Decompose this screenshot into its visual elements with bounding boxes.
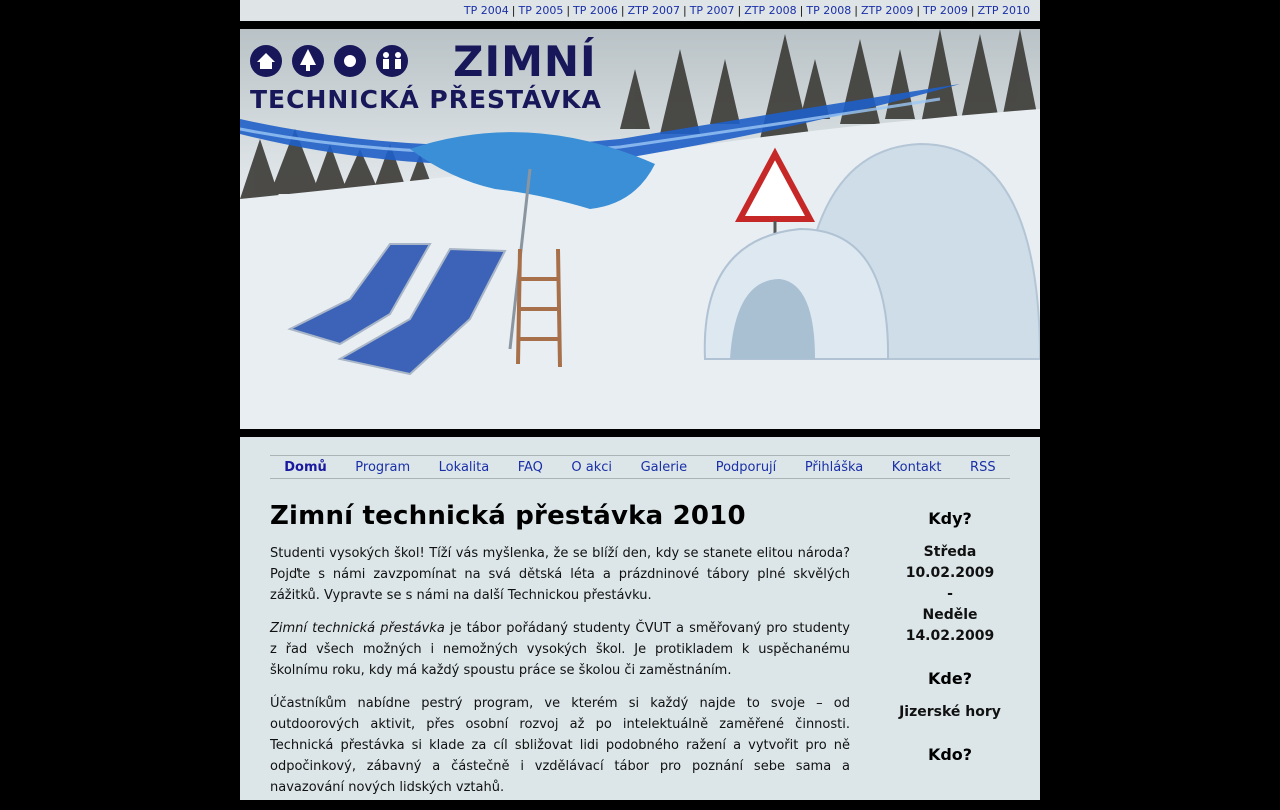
nav-item-4[interactable]: O akci bbox=[571, 460, 612, 475]
event-name-emphasis: Zimní technická přestávka bbox=[270, 621, 445, 636]
when-block: Kdy? Středa 10.02.2009 - Neděle 14.02.2009 bbox=[860, 509, 1040, 647]
archive-link-ztp-2009[interactable]: ZTP 2009 bbox=[861, 4, 913, 17]
where-block: Kde? Jizerské hory bbox=[860, 669, 1040, 723]
program-paragraph: Účastníkům nabídne pestrý program, ve kt… bbox=[270, 696, 850, 795]
who-block: Kdo? bbox=[860, 745, 1040, 764]
when-title: Kdy? bbox=[928, 509, 972, 528]
archive-separator: | bbox=[799, 4, 804, 17]
logo-subtitle: TECHNICKÁ PŘESTÁVKA bbox=[250, 85, 602, 114]
nav-item-9[interactable]: RSS bbox=[970, 460, 996, 475]
who-title: Kdo? bbox=[927, 745, 973, 764]
nav-item-0[interactable]: Domů bbox=[284, 460, 327, 475]
archive-separator: | bbox=[620, 4, 625, 17]
archive-link-ztp-2007[interactable]: ZTP 2007 bbox=[628, 4, 680, 17]
archive-separator: | bbox=[854, 4, 858, 17]
nav-item-2[interactable]: Lokalita bbox=[439, 460, 490, 475]
about-paragraph: Zimní technická přestávka je tábor pořád… bbox=[270, 618, 850, 681]
archive-separator: | bbox=[970, 4, 975, 17]
nav-item-3[interactable]: FAQ bbox=[518, 460, 543, 475]
archive-separator: | bbox=[511, 4, 516, 17]
where-title: Kde? bbox=[928, 669, 972, 688]
nav-item-7[interactable]: Přihláška bbox=[805, 460, 863, 475]
archive-separator: | bbox=[737, 4, 742, 17]
archive-link-ztp-2008[interactable]: ZTP 2008 bbox=[744, 4, 796, 17]
archive-separator: | bbox=[682, 4, 687, 17]
nav-item-6[interactable]: Podporují bbox=[716, 460, 777, 475]
archive-link-tp-2004[interactable]: TP 2004 bbox=[464, 4, 509, 17]
people-icon bbox=[376, 45, 408, 77]
archive-separator: | bbox=[916, 4, 921, 17]
archive-link-tp-2009[interactable]: TP 2009 bbox=[923, 4, 968, 17]
main-navigation: Domů Program Lokalita FAQ O akci Galerie Podpo… bbox=[270, 455, 1010, 479]
sidebar-info: Kdy? Středa 10.02.2009 - Neděle 14.02.2009 K… bbox=[860, 509, 1040, 786]
archive-link-tp-2006[interactable]: TP 2006 bbox=[573, 4, 618, 17]
when-line: 10.02.2009 bbox=[905, 565, 995, 581]
when-line: 14.02.2009 bbox=[905, 628, 995, 644]
logo-icons bbox=[250, 45, 408, 77]
page: TP 2004 | TP 2005 | TP 2006 | ZTP 2007 | TP 2007… bbox=[240, 0, 1040, 800]
intro-paragraph: Studenti vysokých škol! Tíží vás myšlenk… bbox=[270, 546, 850, 603]
archive-link-tp-2005[interactable]: TP 2005 bbox=[518, 4, 563, 17]
logo-title: ZIMNÍ bbox=[453, 37, 597, 86]
main-article: Zimní technická přestávka 2010 Studenti … bbox=[270, 501, 850, 810]
archive-links-bar: TP 2004 | TP 2005 | TP 2006 | ZTP 2007 | TP 2007… bbox=[240, 0, 1040, 21]
nav-item-8[interactable]: Kontakt bbox=[892, 460, 942, 475]
header-banner: ZIMNÍ TECHNICKÁ PŘESTÁVKA bbox=[240, 29, 1040, 429]
when-values: Středa 10.02.2009 - Neděle 14.02.2009 bbox=[860, 542, 1040, 647]
nav-item-1[interactable]: Program bbox=[355, 460, 410, 475]
archive-link-tp-2007[interactable]: TP 2007 bbox=[690, 4, 735, 17]
archive-separator: | bbox=[566, 4, 571, 17]
content-area: Domů Program Lokalita FAQ O akci Galerie Podpo… bbox=[240, 437, 1040, 800]
archive-link-tp-2008[interactable]: TP 2008 bbox=[806, 4, 851, 17]
when-line: Středa bbox=[923, 544, 977, 560]
archive-link-ztp-2010[interactable]: ZTP 2010 bbox=[978, 4, 1030, 17]
nav-item-5[interactable]: Galerie bbox=[641, 460, 688, 475]
where-value: Jizerské hory bbox=[899, 704, 1001, 720]
when-line: - bbox=[947, 586, 953, 602]
page-title: Zimní technická přestávka 2010 bbox=[270, 501, 746, 531]
when-line: Neděle bbox=[922, 607, 978, 623]
